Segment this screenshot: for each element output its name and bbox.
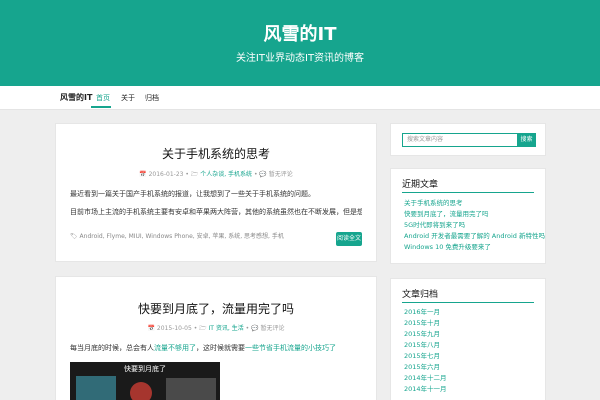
widget-title: 近期文章 bbox=[402, 180, 439, 190]
post-tags: 🏷 Android, Flyme, MIUI, Windows Phone, 安… bbox=[70, 232, 284, 241]
post-date: 2016-01-23 bbox=[148, 171, 184, 178]
post-paragraph: 每当月底的时候，总会有人流量不够用了，这时候就需要一些节省手机流量的小技巧了 bbox=[70, 343, 362, 354]
post-categories[interactable]: IT 资讯, 生活 bbox=[209, 325, 244, 332]
image-detail bbox=[76, 376, 116, 400]
post-card: 快要到月底了，流量用完了吗 📅 2015-10-05 • 🗁 IT 资讯, 生活… bbox=[55, 276, 377, 400]
archive-link[interactable]: 2016年一月 bbox=[404, 307, 440, 317]
archive-link[interactable]: 2015年九月 bbox=[404, 329, 440, 339]
post-categories[interactable]: 个人杂谈, 手机系统 bbox=[200, 171, 252, 178]
image-caption: 快要到月底了 bbox=[124, 365, 166, 373]
nav-item-about[interactable]: 关于 bbox=[121, 92, 135, 104]
archive-link[interactable]: 2014年十一月 bbox=[404, 384, 447, 394]
post-paragraph: 最近看到一篇关于国产手机系统的报道，让我想到了一些关于手机系统的问题。 bbox=[70, 190, 315, 198]
widget-divider bbox=[402, 192, 534, 193]
archive-link[interactable]: 2014年十二月 bbox=[404, 373, 447, 383]
nav-brand[interactable]: 风雪的IT bbox=[60, 92, 92, 104]
folder-icon: 🗁 bbox=[199, 325, 207, 332]
folder-icon: 🗁 bbox=[190, 171, 199, 178]
post-meta: 📅 2016-01-23 • 🗁 个人杂谈, 手机系统 • 💬 暂无评论 bbox=[139, 171, 293, 178]
site-header: 风雪的IT 关注IT业界动态IT资讯的博客 bbox=[0, 0, 600, 86]
recent-post-link[interactable]: Windows 10 免费升级要来了 bbox=[404, 242, 491, 252]
search-input[interactable]: 搜索文章内容 bbox=[402, 133, 518, 147]
calendar-icon: 📅 bbox=[139, 171, 147, 178]
post-title[interactable]: 快要到月底了，流量用完了吗 bbox=[56, 301, 376, 317]
paragraph-text: ，这时候就需要 bbox=[196, 344, 245, 352]
recent-post-link[interactable]: 5G时代即将到来了吗 bbox=[404, 220, 465, 230]
comment-icon: 💬 bbox=[259, 171, 267, 178]
post-image[interactable]: 快要到月底了 bbox=[70, 362, 220, 400]
recent-posts-widget: 近期文章 关于手机系统的思考 快要到月底了，流量用完了吗 5G时代即将到来了吗 … bbox=[390, 168, 546, 264]
archive-link[interactable]: 2015年十月 bbox=[404, 318, 440, 328]
nav-item-archive[interactable]: 归档 bbox=[145, 92, 159, 104]
calendar-icon: 📅 bbox=[147, 325, 155, 332]
post-date: 2015-10-05 bbox=[156, 325, 192, 332]
post-card: 关于手机系统的思考 📅 2016-01-23 • 🗁 个人杂谈, 手机系统 • … bbox=[55, 123, 377, 262]
tag-icon: 🏷 bbox=[70, 233, 78, 240]
image-detail bbox=[166, 378, 216, 400]
post-meta: 📅 2015-10-05 • 🗁 IT 资讯, 生活 • 💬 暂无评论 bbox=[147, 325, 285, 332]
post-tag-list[interactable]: Android, Flyme, MIUI, Windows Phone, 安卓,… bbox=[80, 233, 284, 240]
post-title[interactable]: 关于手机系统的思考 bbox=[56, 146, 376, 162]
recent-post-link[interactable]: Android 开发者最需要了解的 Android 新特性吗 bbox=[404, 231, 545, 241]
paragraph-text: 每当月底的时候，总会有人 bbox=[70, 344, 154, 352]
recent-post-link[interactable]: 关于手机系统的思考 bbox=[404, 198, 463, 208]
read-more-button[interactable]: 阅读全文 bbox=[336, 232, 362, 246]
active-nav-indicator bbox=[91, 106, 111, 108]
nav-item-home[interactable]: 首页 bbox=[96, 92, 110, 104]
paragraph-link[interactable]: 流量不够用了 bbox=[154, 344, 196, 352]
post-paragraph: 目前市场上主流的手机系统主要有安卓和苹果两大阵营，其他的系统虽然也在不断发展，但… bbox=[70, 208, 362, 216]
image-detail bbox=[130, 382, 152, 400]
archive-widget: 文章归档 2016年一月 2015年十月 2015年九月 2015年八月 201… bbox=[390, 278, 546, 400]
paragraph-link[interactable]: 一些节省手机流量的小技巧了 bbox=[245, 344, 336, 352]
search-widget: 搜索文章内容 搜索 bbox=[390, 123, 546, 156]
archive-link[interactable]: 2015年八月 bbox=[404, 340, 440, 350]
archive-link[interactable]: 2015年七月 bbox=[404, 351, 440, 361]
post-comments[interactable]: 暂无评论 bbox=[260, 325, 284, 332]
widget-divider bbox=[402, 302, 534, 303]
site-title[interactable]: 风雪的IT bbox=[0, 24, 600, 46]
recent-post-link[interactable]: 快要到月底了，流量用完了吗 bbox=[404, 209, 489, 219]
top-navigation: 风雪的IT 首页 关于 归档 bbox=[0, 86, 600, 110]
post-comments[interactable]: 暂无评论 bbox=[269, 171, 293, 178]
site-description: 关注IT业界动态IT资讯的博客 bbox=[235, 53, 365, 64]
search-button[interactable]: 搜索 bbox=[517, 133, 536, 147]
comment-icon: 💬 bbox=[251, 325, 259, 332]
archive-link[interactable]: 2015年六月 bbox=[404, 362, 440, 372]
widget-title: 文章归档 bbox=[402, 290, 439, 300]
